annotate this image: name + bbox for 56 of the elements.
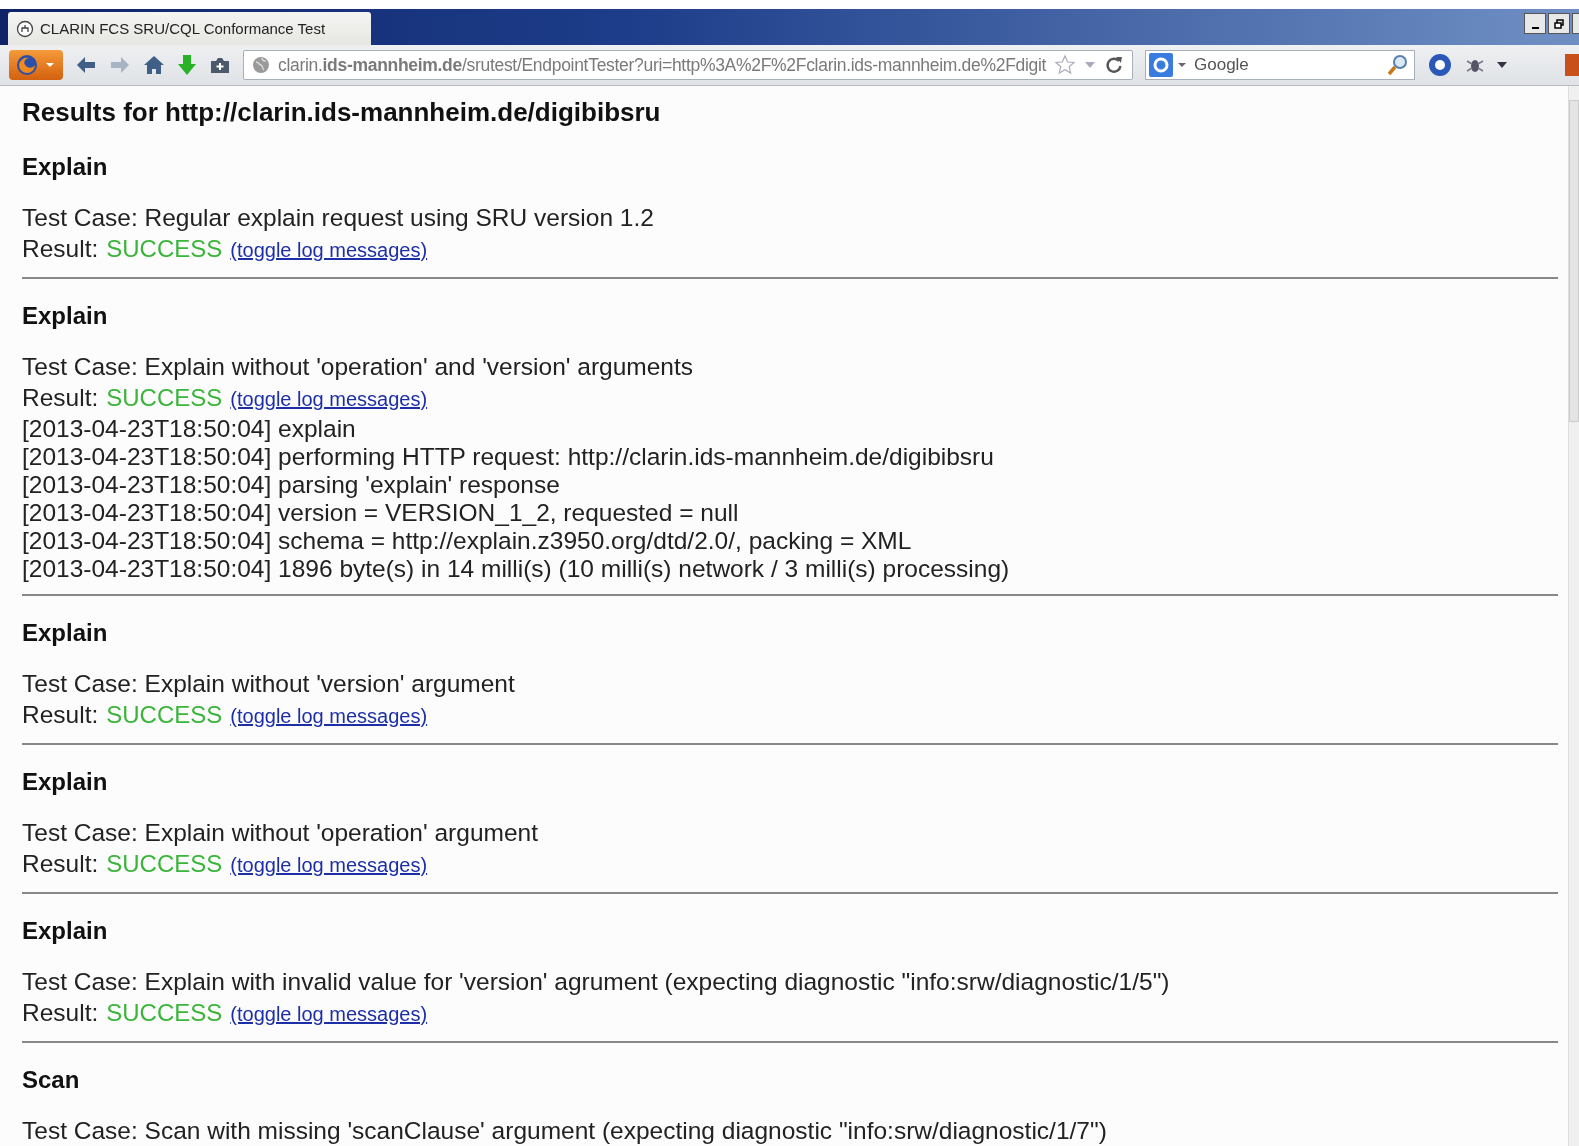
minimize-icon [1531,26,1539,29]
page-icon [16,19,34,38]
result-label: Result: [22,849,99,879]
section-heading: Explain [22,916,109,946]
result-label: Result: [22,700,99,730]
result-status: SUCCESS [106,998,223,1028]
toggle-log-link[interactable]: (toggle log messages) [230,701,428,732]
test-case-text: Test Case: Scan with missing 'scanClause' argument (expecting diagnostic "info:srw/diagnostic/1/7") [22,1116,1108,1146]
browser-logo-icon [15,53,39,78]
section-heading: Explain [22,767,109,797]
test-case-text: Test Case: Regular explain request using SRU version 1.2 [22,203,655,233]
home-icon[interactable] [143,55,165,76]
caret-icon[interactable] [1178,62,1186,69]
result-status: SUCCESS [106,383,223,413]
dropdown-icon[interactable] [1497,61,1507,70]
search-engine-icon[interactable] [1149,53,1173,78]
search-field[interactable]: Google [1145,50,1415,81]
log-message: [2013-04-23T18:50:04] version = VERSION_1_2, requested = null [22,499,740,527]
scrollbar[interactable] [1568,86,1579,1146]
section-heading: Explain [22,301,109,331]
test-case-text: Test Case: Explain without 'version' argument [22,669,516,699]
toggle-log-link[interactable]: (toggle log messages) [230,235,428,266]
toggle-log-link[interactable]: (toggle log messages) [230,850,428,881]
minimize-button[interactable] [1524,13,1546,34]
section-heading: Scan [22,1065,81,1095]
test-case-text: Test Case: Explain with invalid value for 'version' agrument (expecting diagnostic "info:srw/diagnostic/1/5") [22,967,1171,997]
browser-tab[interactable]: CLARIN FCS SRU/CQL Conformance Test [8,12,372,46]
address-bar[interactable]: clarin.ids-mannheim.de/srutest/EndpointTester?uri=http%3A%2F%2Fclarin.ids-mannheim.de%2Fdigit [243,50,1133,81]
caret-icon [45,62,55,69]
section-heading: Explain [22,618,109,648]
restore-icon [1554,18,1564,29]
close-button[interactable] [1572,13,1579,34]
log-message: [2013-04-23T18:50:04] performing HTTP request: http://clarin.ids-mannheim.de/digibibsru [22,443,995,471]
test-case-text: Test Case: Explain without 'operation' argument [22,818,539,848]
section-heading: Explain [22,152,109,182]
result-label: Result: [22,234,99,264]
toggle-log-link[interactable]: (toggle log messages) [230,384,428,415]
result-status: SUCCESS [106,700,223,730]
test-case-text: Test Case: Explain without 'operation' and 'version' arguments [22,352,695,382]
browser-menu-button[interactable] [9,50,63,81]
search-icon[interactable] [1386,53,1410,78]
toggle-log-link[interactable]: (toggle log messages) [230,999,428,1030]
log-message: [2013-04-23T18:50:04] parsing 'explain' response [22,471,561,499]
screenshot-icon[interactable] [209,55,231,76]
result-label: Result: [22,998,99,1028]
result-label: Result: [22,383,99,413]
result-status: SUCCESS [106,234,223,264]
reload-icon[interactable] [1104,55,1124,76]
result-status: SUCCESS [106,849,223,879]
log-message: [2013-04-23T18:50:04] 1896 byte(s) in 14 milli(s) (10 milli(s) network / 3 milli(s) processing) [22,555,1011,583]
log-message: [2013-04-23T18:50:04] explain [22,415,357,443]
globe-icon [252,56,270,75]
page-title: Results for http://clarin.ids-mannheim.de/digibibsru [22,96,662,128]
log-message: [2013-04-23T18:50:04] schema = http://explain.z3950.org/dtd/2.0/, packing = XML [22,527,913,555]
restore-button[interactable] [1548,13,1570,34]
star-icon[interactable] [1054,54,1077,77]
